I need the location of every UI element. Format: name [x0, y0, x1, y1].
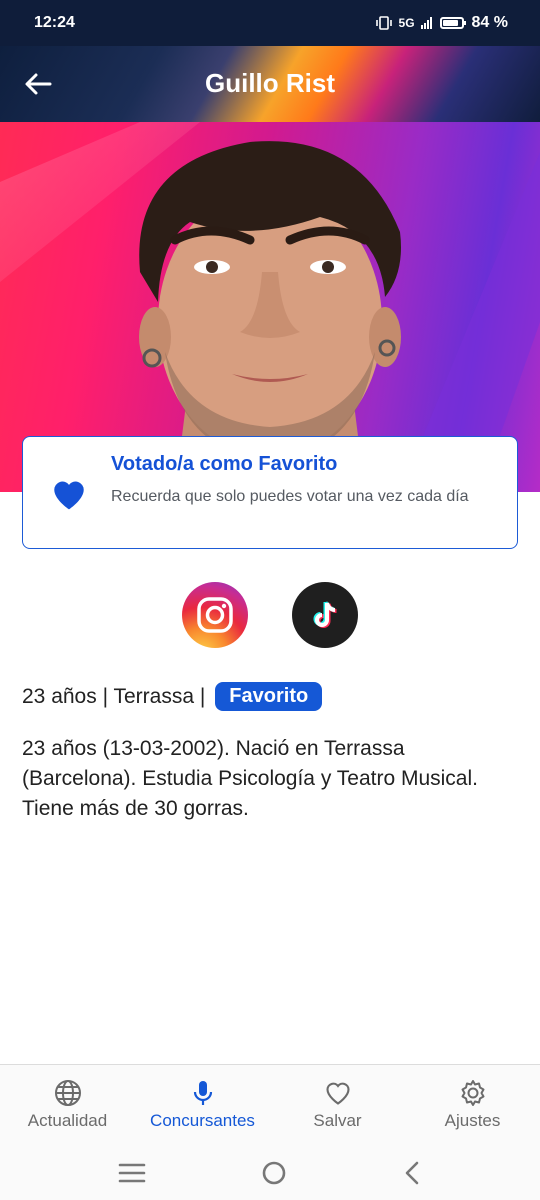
globe-icon: [54, 1080, 81, 1106]
instagram-button[interactable]: [182, 582, 248, 648]
nav-label: Concursantes: [150, 1111, 255, 1130]
bottom-nav: Actualidad Concursantes Salvar Ajustes: [0, 1064, 540, 1146]
contestant-bio: 23 años (13-03-2002). Nació en Terrassa …: [22, 737, 478, 820]
signal-icon: [420, 17, 432, 29]
heart-outline-icon: [325, 1082, 350, 1105]
heart-icon: [54, 481, 84, 510]
menu-icon[interactable]: [118, 1162, 146, 1184]
app-header: Guillo Rist: [0, 46, 540, 122]
nav-label: Actualidad: [27, 1111, 108, 1130]
vote-status-card: Votado/a como Favorito Recuerda que solo…: [22, 436, 518, 549]
status-bar: 12:24 5G 84 %: [0, 0, 540, 46]
vote-title: Votado/a como Favorito: [111, 453, 338, 475]
nav-item-actualidad[interactable]: Actualidad: [0, 1065, 135, 1146]
system-nav-bar: [0, 1146, 540, 1200]
tiktok-icon: [313, 601, 337, 628]
microphone-icon: [193, 1081, 212, 1105]
status-time: 12:24: [34, 14, 75, 31]
nav-item-salvar[interactable]: Salvar: [270, 1065, 405, 1146]
gear-icon: [461, 1080, 484, 1106]
summary-text: 23 años | Terrassa |: [22, 684, 206, 708]
favorite-badge: Favorito: [215, 682, 323, 711]
nav-label: Salvar: [313, 1111, 362, 1130]
status-icons: 5G 84 %: [375, 14, 508, 32]
vote-description: Recuerda que solo puedes votar una vez c…: [111, 488, 469, 505]
battery-icon: [439, 17, 466, 29]
network-type: 5G: [398, 16, 415, 30]
nav-item-ajustes[interactable]: Ajustes: [405, 1065, 540, 1146]
social-links: [0, 582, 540, 648]
battery-percent: 84 %: [471, 14, 508, 31]
vibrate-icon: [375, 16, 392, 30]
page-title: Guillo Rist: [205, 68, 335, 98]
nav-label: Ajustes: [444, 1111, 501, 1130]
nav-item-concursantes[interactable]: Concursantes: [135, 1065, 270, 1146]
contestant-summary: 23 años | Terrassa | Favorito: [22, 682, 323, 711]
instagram-icon: [197, 597, 233, 633]
home-circle-icon[interactable]: [261, 1160, 287, 1186]
tiktok-button[interactable]: [292, 582, 358, 648]
back-chevron-icon[interactable]: [402, 1161, 422, 1185]
